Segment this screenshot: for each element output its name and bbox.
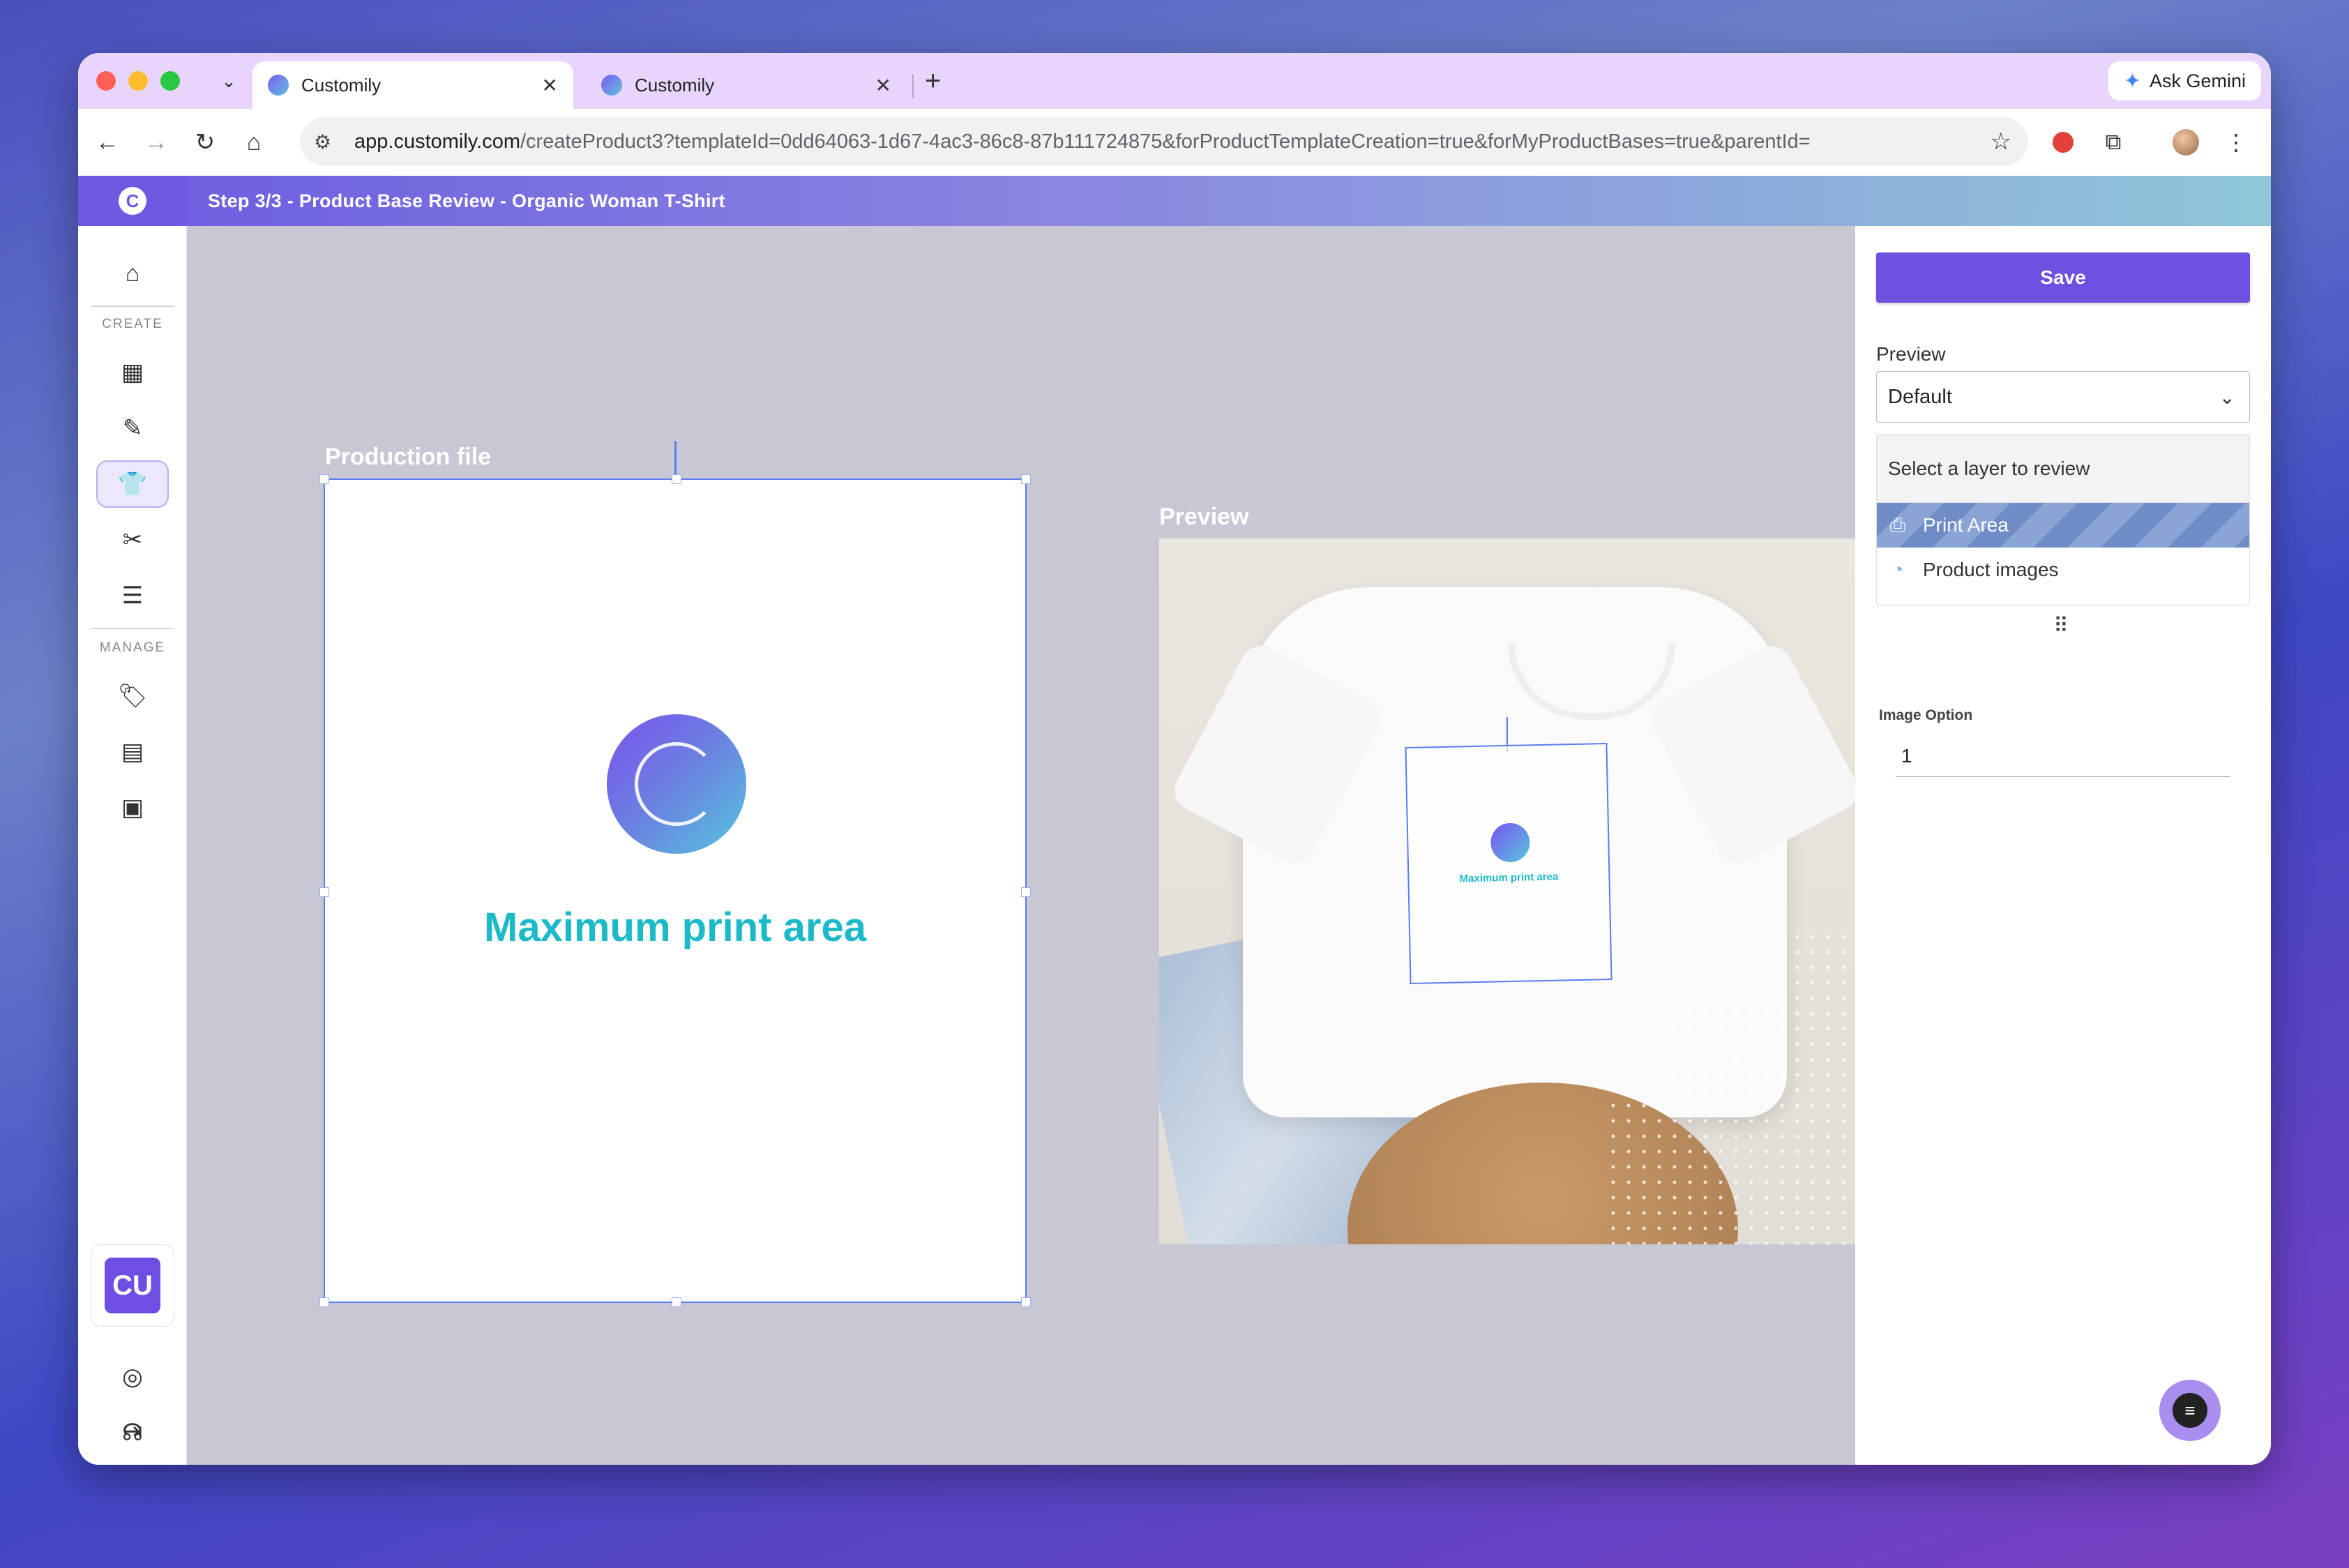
page-title: Step 3/3 - Product Base Review - Organic… [208, 190, 725, 211]
customily-favicon-icon [601, 75, 622, 96]
printer-icon: ⎙ [1889, 513, 1906, 536]
close-tab-icon[interactable]: ✕ [542, 74, 558, 97]
resize-handle[interactable] [319, 887, 329, 897]
sidebar-tag-icon[interactable]: 🏷 [96, 672, 169, 720]
sidebar-account-icon[interactable]: ◎ [96, 1353, 169, 1401]
ask-gemini-button[interactable]: ✦ Ask Gemini [2108, 61, 2261, 100]
resize-handle[interactable] [672, 474, 681, 484]
close-window-button[interactable] [96, 71, 116, 91]
sidebar-tools-icon[interactable]: ✂ [96, 516, 169, 564]
minimize-window-button[interactable] [128, 71, 148, 91]
resize-handle[interactable] [319, 1297, 329, 1307]
editor-canvas: Production file Maximum print area Previ… [187, 226, 1859, 1465]
layer-item-label: Product images [1923, 559, 2059, 580]
sidebar-home-icon[interactable]: ⌂ [96, 250, 169, 297]
mockup-print-area-frame[interactable]: Maximum print area [1405, 743, 1612, 984]
sidebar-tshirt-icon[interactable]: 👕 [96, 460, 169, 508]
mockup-print-area-text: Maximum print area [1459, 870, 1559, 885]
forward-arrow-icon[interactable]: → [138, 124, 174, 160]
tshirt-mockup-preview: Maximum print area [1159, 538, 1859, 1244]
sidebar-orders-icon[interactable]: ▤ [96, 728, 169, 776]
drag-grip-icon[interactable]: ⠿ [2053, 614, 2069, 638]
production-file-canvas[interactable]: Maximum print area [319, 474, 1031, 1307]
resize-handle[interactable] [672, 1297, 681, 1307]
image-option-label: Image Option [1879, 707, 1973, 723]
sidebar-brush-icon[interactable]: ✎ [96, 405, 169, 452]
site-settings-icon[interactable]: ⚙ [314, 130, 345, 153]
layer-item-product-images[interactable]: ◔ Product images [1877, 548, 2249, 592]
review-panel: Save Preview Default ⌄ Select a layer to… [1855, 226, 2271, 1465]
tab-title: Customily [301, 74, 382, 96]
user-initials-badge: CU [105, 1258, 160, 1313]
address-bar[interactable]: ⚙ app.customily.com/createProduct3?templ… [300, 117, 2028, 166]
resize-handle[interactable] [1021, 887, 1031, 897]
flowers-photo-element [1606, 929, 1857, 1244]
tshirt-collar [1508, 643, 1675, 720]
user-workspace-box[interactable]: CU [91, 1244, 174, 1327]
maximum-print-area-text: Maximum print area [484, 905, 866, 950]
browser-toolbar: ← → ↻ ⌂ ⚙ app.customily.com/createProduc… [78, 109, 2271, 176]
chevron-down-icon: ⌄ [2219, 386, 2235, 408]
reload-icon[interactable]: ↻ [187, 124, 223, 160]
sidebar-logout-icon[interactable]: ⇥ [96, 1408, 169, 1455]
customily-favicon-icon [268, 75, 289, 96]
sidebar-divider [91, 306, 174, 307]
sidebar-divider [91, 628, 174, 629]
ask-gemini-label: Ask Gemini [2149, 70, 2246, 91]
sidebar: ⌂ CREATE ▦ ✎ 👕 ✂ ☰ MANAGE 🏷 ▤ ▣ CU ◎ ☊ [78, 226, 187, 1465]
sidebar-list-icon[interactable]: ☰ [96, 572, 169, 619]
tab-separator [912, 74, 914, 98]
tab-customily-active[interactable]: Customily ✕ [252, 61, 573, 109]
layer-item-label: Print Area [1923, 514, 2009, 536]
chat-support-button[interactable]: ≡ [2159, 1380, 2221, 1441]
resize-handle[interactable] [1021, 474, 1031, 484]
app-header: C Step 3/3 - Product Base Review - Organ… [78, 176, 2271, 226]
window-controls [96, 71, 180, 91]
resize-handle[interactable] [319, 474, 329, 484]
browser-menu-icon[interactable]: ⋮ [2218, 124, 2254, 160]
browser-window: ⌄ Customily ✕ Customily ✕ + ✦ Ask Gemini… [78, 53, 2271, 1465]
extensions-puzzle-icon[interactable]: ⧉ [2095, 124, 2131, 160]
profile-avatar-icon[interactable] [2168, 124, 2204, 160]
sidebar-store-icon[interactable]: ▣ [96, 784, 169, 831]
mockup-logo-icon [1490, 822, 1530, 863]
sidebar-templates-icon[interactable]: ▦ [96, 349, 169, 396]
sidebar-section-create: CREATE [102, 317, 163, 331]
tab-strip: ⌄ Customily ✕ Customily ✕ + ✦ Ask Gemini [78, 53, 2271, 109]
customily-print-logo-icon [607, 714, 746, 854]
close-tab-icon[interactable]: ✕ [875, 74, 891, 97]
new-tab-plus-icon[interactable]: + [925, 66, 941, 97]
home-icon[interactable]: ⌂ [236, 124, 272, 160]
url-text[interactable]: app.customily.com/createProduct3?templat… [354, 130, 1811, 153]
preview-select-value: Default [1888, 385, 1952, 408]
preview-select[interactable]: Default ⌄ [1876, 371, 2250, 423]
bookmark-star-icon[interactable]: ☆ [1991, 128, 2011, 156]
customily-logo-icon: C [119, 187, 146, 215]
layer-list-header: Select a layer to review [1877, 435, 2249, 503]
chat-bubble-icon: ≡ [2173, 1393, 2207, 1428]
maximize-window-button[interactable] [160, 71, 180, 91]
customily-logo[interactable]: C [78, 176, 187, 226]
ladybug-extension-icon[interactable] [2045, 124, 2081, 160]
save-button[interactable]: Save [1876, 252, 2250, 303]
production-file-label: Production file [325, 444, 491, 470]
layer-list: Select a layer to review ⎙ Print Area ◔ … [1876, 434, 2250, 605]
tab-customily[interactable]: Customily ✕ [586, 61, 907, 109]
preview-select-label: Preview [1876, 343, 1946, 365]
sidebar-section-manage: MANAGE [99, 640, 166, 655]
layer-item-print-area[interactable]: ⎙ Print Area [1877, 503, 2249, 548]
palette-icon: ◔ [1891, 559, 1904, 580]
gemini-sparkle-icon: ✦ [2123, 69, 2141, 93]
image-option-input[interactable] [1896, 735, 2230, 777]
tab-title: Customily [635, 74, 715, 96]
back-arrow-icon[interactable]: ← [89, 124, 126, 160]
tab-search-chevron-icon[interactable]: ⌄ [215, 67, 243, 95]
resize-handle[interactable] [1021, 1297, 1031, 1307]
preview-label: Preview [1159, 504, 1249, 530]
